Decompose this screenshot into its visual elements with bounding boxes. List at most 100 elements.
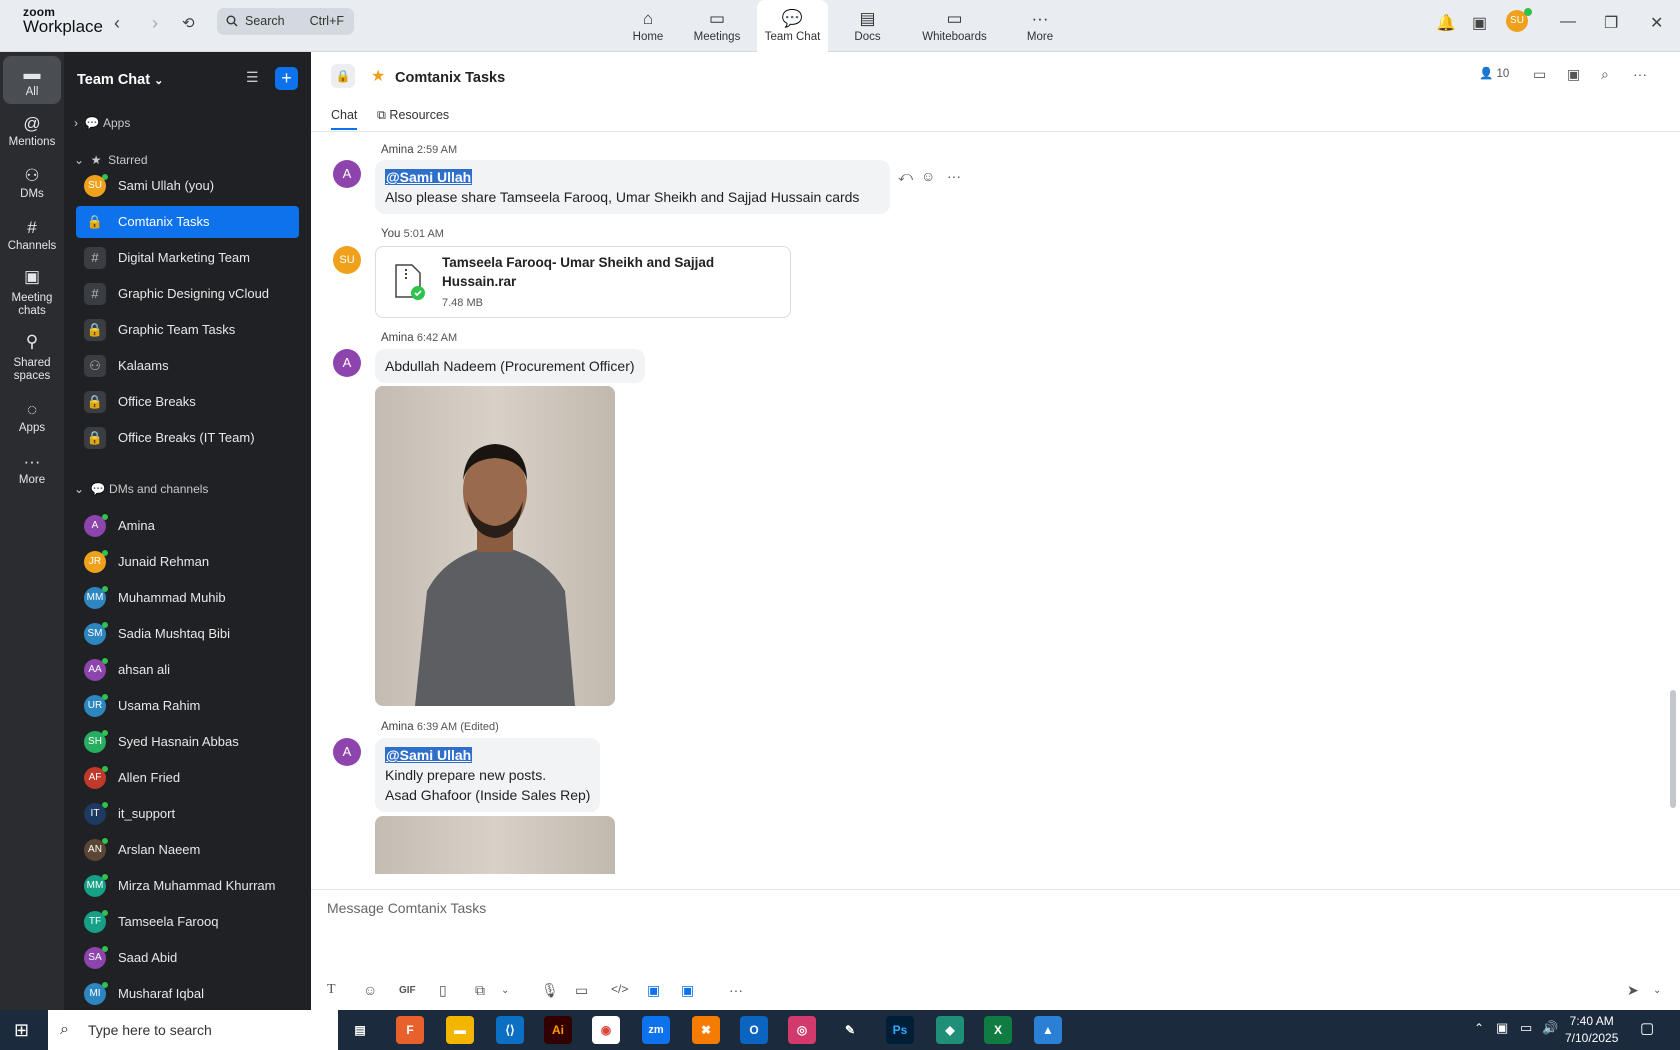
network-icon[interactable]: ▭	[1520, 1020, 1532, 1036]
vscode-icon[interactable]: ⟨⟩	[496, 1016, 524, 1044]
sidebar-item[interactable]: SH Syed Hasnain Abbas	[76, 726, 299, 758]
sidebar-item[interactable]: 🔒 Graphic Team Tasks	[76, 314, 299, 346]
more-icon[interactable]: ···	[947, 168, 961, 184]
forward-arrow-icon[interactable]: ›	[152, 13, 158, 34]
sidebar-item[interactable]: 🔒 Office Breaks	[76, 386, 299, 418]
windows-start-icon[interactable]: ⊞	[14, 1020, 29, 1041]
tab-docs[interactable]: ▤ Docs	[840, 0, 895, 52]
emoji-icon[interactable]: ☺	[363, 982, 377, 998]
xampp-icon[interactable]: ✖	[692, 1016, 720, 1044]
mic-icon[interactable]: 🎙	[541, 982, 559, 999]
tray-icon[interactable]: ▣	[1496, 1020, 1508, 1036]
task-view-icon[interactable]: ▤	[346, 1016, 374, 1044]
members-count[interactable]: 👤 10	[1479, 66, 1509, 80]
sidebar-item[interactable]: ⚇ Kalaams	[76, 350, 299, 382]
tab-meetings[interactable]: ▭ Meetings	[686, 0, 748, 52]
sidebar-item[interactable]: # Digital Marketing Team	[76, 242, 299, 274]
minimize-icon[interactable]: —	[1560, 13, 1576, 31]
format-text-icon[interactable]: T	[327, 982, 336, 998]
tab-home[interactable]: ⌂ Home	[620, 0, 676, 52]
filter-icon[interactable]: ☰	[246, 69, 259, 86]
sidebar-item[interactable]: A Amina	[76, 510, 299, 542]
clock[interactable]: 7:40 AM 7/10/2025	[1565, 1013, 1618, 1047]
reply-icon[interactable]: ⤺	[898, 168, 913, 185]
gif-icon[interactable]: GIF	[399, 985, 416, 996]
sidebar-item[interactable]: UR Usama Rahim	[76, 690, 299, 722]
photoshop-icon[interactable]: Ps	[886, 1016, 914, 1044]
send-icon[interactable]: ➤	[1627, 982, 1639, 999]
message-bubble[interactable]: Abdullah Nadeem (Procurement Officer)	[375, 349, 645, 383]
rail-dms[interactable]: ⚇ DMs	[3, 166, 61, 200]
video-icon[interactable]: ▭	[1533, 66, 1546, 83]
tab-chat[interactable]: Chat	[331, 108, 358, 130]
creative-cloud-icon[interactable]: ◎	[788, 1016, 816, 1044]
file-explorer-icon[interactable]: ▬	[446, 1016, 474, 1044]
pen-tool-icon[interactable]: ✎	[836, 1016, 864, 1044]
search-icon[interactable]: ⌕	[1601, 66, 1609, 83]
message-bubble[interactable]: @Sami Ullah Also please share Tamseela F…	[375, 160, 890, 214]
rail-all[interactable]: ▬ All	[3, 56, 61, 104]
app-icon[interactable]: ▣	[681, 982, 694, 999]
sidebar-item[interactable]: SU Sami Ullah (you)	[76, 170, 299, 202]
rail-apps[interactable]: ◌ Apps	[3, 400, 61, 434]
calendar-icon[interactable]: ▣	[1567, 66, 1580, 83]
volume-icon[interactable]: 🔊	[1542, 1020, 1558, 1036]
chrome-icon[interactable]: ◉	[592, 1016, 620, 1044]
star-icon[interactable]: ★	[371, 66, 385, 86]
outlook-icon[interactable]: O	[740, 1016, 768, 1044]
scrollbar-thumb[interactable]	[1670, 690, 1676, 808]
excel-icon[interactable]: X	[984, 1016, 1012, 1044]
illustrator-icon[interactable]: Ai	[544, 1016, 572, 1044]
rail-shared-spaces[interactable]: ⚲ Shared spaces	[3, 333, 61, 383]
rail-channels[interactable]: # Channels	[3, 218, 61, 252]
mention[interactable]: @Sami Ullah	[385, 747, 473, 763]
photo-attachment[interactable]	[375, 816, 615, 874]
paint-icon[interactable]: ▲	[1034, 1016, 1062, 1044]
chevron-down-icon[interactable]: ⌄	[1653, 985, 1661, 996]
sidebar-title[interactable]: Team Chat ⌄	[77, 72, 163, 88]
maximize-icon[interactable]: ❐	[1604, 13, 1618, 33]
section-starred[interactable]: ⌄ ★ Starred	[74, 153, 148, 167]
avatar[interactable]: A	[333, 738, 361, 766]
screenshot-icon[interactable]: ⧉	[475, 982, 485, 999]
section-dms-channels[interactable]: ⌄ 💬 DMs and channels	[74, 482, 208, 496]
sidebar-item[interactable]: AN Arslan Naeem	[76, 834, 299, 866]
section-apps[interactable]: › 💬 Apps	[74, 116, 130, 130]
rail-more[interactable]: ··· More	[3, 452, 61, 486]
sidebar-item[interactable]: TF Tamseela Farooq	[76, 906, 299, 938]
message-input[interactable]: Message Comtanix Tasks	[327, 900, 486, 916]
sidebar-item[interactable]: SA Saad Abid	[76, 942, 299, 974]
video-message-icon[interactable]: ▭	[575, 982, 588, 999]
file-icon[interactable]: ▯	[439, 982, 447, 999]
more-icon[interactable]: ···	[729, 982, 743, 998]
search-box[interactable]: Search Ctrl+F	[217, 8, 354, 35]
close-icon[interactable]: ✕	[1650, 13, 1663, 33]
tray-chevron-icon[interactable]: ⌃	[1474, 1021, 1484, 1035]
tab-team-chat[interactable]: 💬 Team Chat	[757, 0, 828, 52]
tab-resources[interactable]: ⧉ Resources	[377, 108, 449, 123]
sidebar-item[interactable]: SM Sadia Mushtaq Bibi	[76, 618, 299, 650]
rail-mentions[interactable]: @ Mentions	[3, 114, 61, 148]
sidebar-item[interactable]: AA ahsan ali	[76, 654, 299, 686]
taskbar-search[interactable]: ⌕ Type here to search	[48, 1010, 338, 1050]
chevron-down-icon[interactable]: ⌄	[501, 985, 509, 996]
new-chat-button[interactable]: +	[275, 67, 298, 90]
app-icon[interactable]: ▣	[647, 982, 660, 999]
calendar-icon[interactable]: ▣	[1472, 13, 1487, 33]
file-attachment[interactable]: Tamseela Farooq- Umar Sheikh and Sajjad H…	[375, 246, 791, 318]
scrollbar[interactable]	[1669, 142, 1677, 887]
sidebar-item[interactable]: AF Allen Fried	[76, 762, 299, 794]
sidebar-item[interactable]: MI Musharaf Iqbal	[76, 978, 299, 1010]
code-icon[interactable]: </>	[611, 982, 628, 996]
tab-whiteboards[interactable]: ▭ Whiteboards	[908, 0, 1001, 52]
sidebar-item[interactable]: MM Mirza Muhammad Khurram	[76, 870, 299, 902]
zoom-icon[interactable]: zm	[642, 1016, 670, 1044]
emoji-icon[interactable]: ☺	[921, 168, 935, 184]
app-icon[interactable]: ◆	[936, 1016, 964, 1044]
sidebar-item[interactable]: 🔒 Comtanix Tasks	[76, 206, 299, 238]
back-arrow-icon[interactable]: ‹	[114, 13, 120, 34]
channel-title[interactable]: Comtanix Tasks	[395, 70, 505, 86]
avatar[interactable]: A	[333, 160, 361, 188]
avatar[interactable]: A	[333, 349, 361, 377]
sidebar-item[interactable]: JR Junaid Rehman	[76, 546, 299, 578]
